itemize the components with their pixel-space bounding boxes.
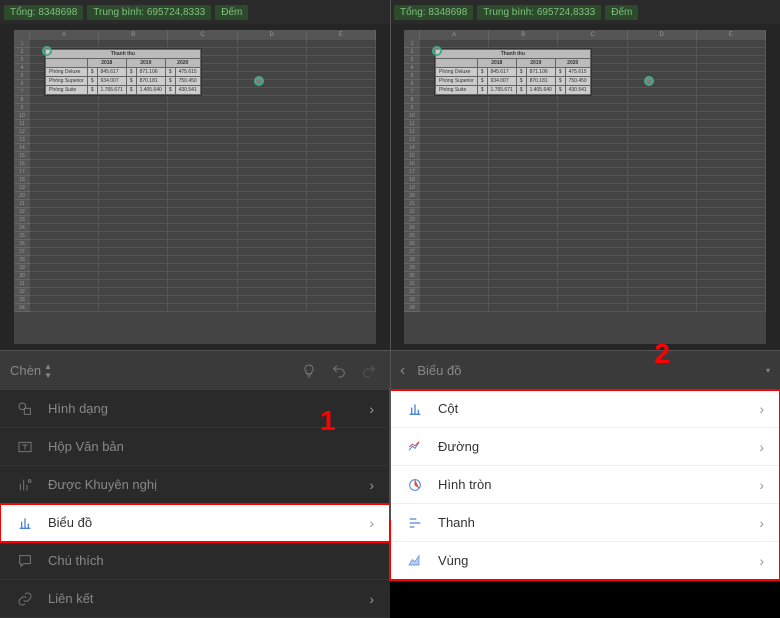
bulb-icon[interactable] (298, 360, 320, 382)
toolbar-title: Biểu đồ (417, 363, 461, 378)
chart-type-menu: Cột› Đường› Hình tròn› Thanh› Vùng› (390, 390, 780, 580)
comment-icon (16, 552, 34, 570)
right-panel: Tổng: 8348698 Trung bình: 695724,8333 Đế… (390, 0, 780, 520)
data-table[interactable]: Thanh thu 201820192020 Phòng Deluxe$845.… (434, 48, 592, 96)
collapse-icon[interactable]: ▾ (766, 366, 770, 375)
data-table[interactable]: Thanh thu 201820192020 Phòng Deluxe$845.… (44, 48, 202, 96)
menu-item-link[interactable]: Liên kết› (0, 580, 390, 618)
chevron-right-icon: › (369, 477, 374, 493)
recommended-chart-icon (16, 476, 34, 494)
status-bar: Tổng: 8348698 Trung bình: 695724,8333 Đế… (390, 0, 780, 24)
menu-item-comment[interactable]: Chú thích (0, 542, 390, 580)
spreadsheet-area[interactable]: A B C D E document.write(Array.from({len… (390, 24, 780, 350)
chart-type-column[interactable]: Cột› (390, 390, 780, 428)
chevron-right-icon: › (759, 439, 764, 455)
line-chart-icon (406, 438, 424, 456)
chart-type-area[interactable]: Vùng› (390, 542, 780, 580)
chart-type-bar[interactable]: Thanh› (390, 504, 780, 542)
bar-chart-icon (406, 514, 424, 532)
chevron-right-icon: › (369, 401, 374, 417)
chart-toolbar: ‹ Biểu đồ ▾ (390, 350, 780, 390)
selection-handle-tl[interactable] (42, 46, 52, 56)
textbox-icon (16, 438, 34, 456)
link-icon (16, 590, 34, 608)
stat-count: Đếm (605, 5, 638, 20)
menu-item-recommended[interactable]: Được Khuyên nghị› (0, 466, 390, 504)
shapes-icon (16, 400, 34, 418)
selection-handle-br[interactable] (644, 76, 654, 86)
stat-total: Tổng: 8348698 (394, 5, 473, 20)
stat-avg: Trung bình: 695724,8333 (87, 5, 211, 20)
chevron-right-icon: › (759, 515, 764, 531)
annotation-1: 1 (320, 405, 336, 437)
insert-toolbar: Chèn ▲▼ (0, 350, 390, 390)
chart-type-line[interactable]: Đường› (390, 428, 780, 466)
pie-chart-icon (406, 476, 424, 494)
area-chart-icon (406, 552, 424, 570)
spreadsheet-area[interactable]: A B C D E document.write(Array.from({len… (0, 24, 390, 350)
left-panel: Tổng: 8348698 Trung bình: 695724,8333 Đế… (0, 0, 390, 520)
selection-handle-tl[interactable] (432, 46, 442, 56)
stat-count: Đếm (215, 5, 248, 20)
chevron-right-icon: › (759, 401, 764, 417)
toolbar-title[interactable]: Chèn (10, 363, 41, 378)
chevron-right-icon: › (759, 553, 764, 569)
stat-avg: Trung bình: 695724,8333 (477, 5, 601, 20)
dropdown-caret-icon[interactable]: ▲▼ (44, 362, 52, 380)
menu-item-chart[interactable]: Biểu đồ› (0, 504, 390, 542)
redo-icon[interactable] (358, 360, 380, 382)
selection-handle-br[interactable] (254, 76, 264, 86)
chevron-right-icon: › (759, 477, 764, 493)
column-chart-icon (406, 400, 424, 418)
status-bar: Tổng: 8348698 Trung bình: 695724,8333 Đế… (0, 0, 390, 24)
chart-icon (16, 514, 34, 532)
stat-total: Tổng: 8348698 (4, 5, 83, 20)
chevron-right-icon: › (369, 515, 374, 531)
chevron-right-icon: › (369, 591, 374, 607)
back-icon[interactable]: ‹ (400, 362, 405, 380)
chart-type-pie[interactable]: Hình tròn› (390, 466, 780, 504)
undo-icon[interactable] (328, 360, 350, 382)
annotation-2: 2 (654, 338, 670, 370)
